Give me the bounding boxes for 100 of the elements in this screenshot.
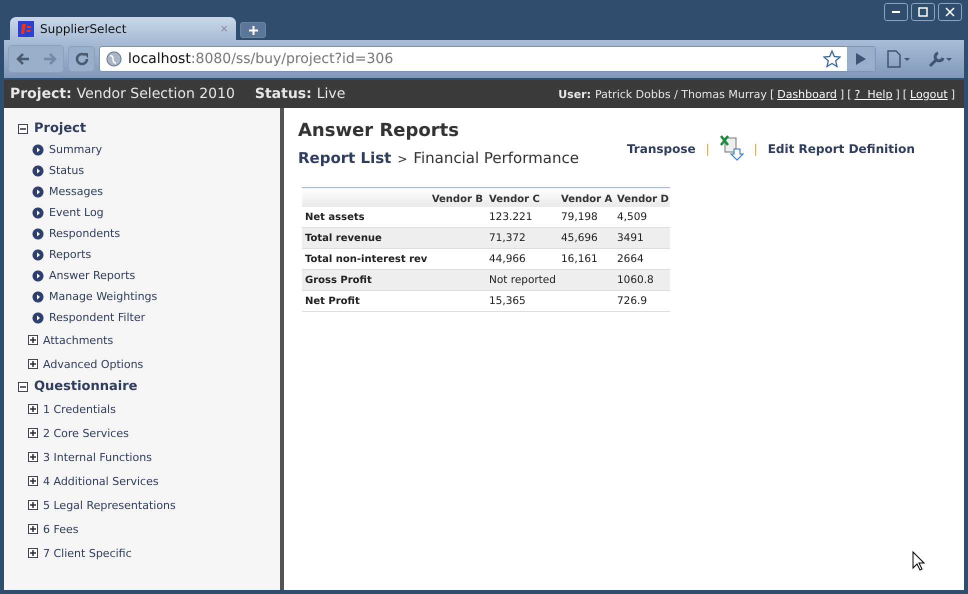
project-label: Project: <box>10 86 72 102</box>
bullet-icon <box>32 248 44 260</box>
sidebar-group[interactable]: 6 Fees <box>43 522 78 536</box>
table-cell: 4,509 <box>614 207 670 228</box>
reload-button[interactable] <box>68 46 95 72</box>
expand-icon[interactable] <box>28 452 38 462</box>
user-label: User: <box>558 88 591 100</box>
collapse-icon[interactable] <box>18 382 28 392</box>
status-value: Live <box>316 86 346 102</box>
expand-icon[interactable] <box>28 548 38 558</box>
star-icon <box>823 50 841 68</box>
address-bar[interactable]: localhost:8080/ss/buy/project?id=306 <box>99 46 876 72</box>
separator: | <box>754 142 758 156</box>
breadcrumb-separator: > <box>397 152 408 166</box>
sidebar-section[interactable]: Project <box>34 121 86 136</box>
bullet-icon <box>32 186 44 198</box>
bracket: [ <box>847 88 852 100</box>
sidebar-group[interactable]: 5 Legal Representations <box>43 498 176 512</box>
sidebar-group[interactable]: Advanced Options <box>43 358 144 370</box>
sidebar-group[interactable]: Attachments <box>43 334 114 346</box>
column-header: Vendor D <box>614 188 670 207</box>
url-text: localhost:8080/ss/buy/project?id=306 <box>128 51 394 67</box>
sidebar-link[interactable]: Summary <box>49 143 102 156</box>
header-link[interactable]: ? Help <box>854 88 892 100</box>
sidebar-link[interactable]: Messages <box>49 185 103 198</box>
plus-icon <box>248 26 258 34</box>
table-cell: 45,696 <box>558 228 614 248</box>
bullet-icon <box>32 228 44 240</box>
sidebar-group[interactable]: 1 Credentials <box>43 402 116 416</box>
minimize-button[interactable] <box>884 3 908 21</box>
header-link[interactable]: Dashboard <box>777 88 837 100</box>
sidebar-link[interactable]: Reports <box>49 248 92 261</box>
table-cell: 3491 <box>614 228 670 248</box>
close-button[interactable] <box>938 3 962 21</box>
bracket: ] <box>895 88 900 100</box>
table-cell: 79,198 <box>558 207 614 228</box>
bullet-icon <box>32 290 44 302</box>
forward-arrow-icon <box>42 52 56 66</box>
table-cell: 15,365 <box>486 290 558 312</box>
sidebar-group[interactable]: 4 Additional Services <box>43 474 159 488</box>
back-arrow-icon <box>16 52 30 66</box>
sidebar-section[interactable]: Questionnaire <box>34 379 138 394</box>
expand-icon[interactable] <box>28 335 38 345</box>
bracket: [ <box>902 88 908 100</box>
export-button[interactable] <box>720 135 744 163</box>
table-cell: 71,372 <box>486 228 558 248</box>
row-label: Gross Profit <box>302 270 428 290</box>
tab-title: SupplierSelect <box>40 22 128 36</box>
sidebar-link[interactable]: Status <box>49 164 84 177</box>
sidebar-link[interactable]: Answer Reports <box>49 269 136 282</box>
breadcrumb-current: Financial Performance <box>413 149 579 167</box>
column-header: Vendor C <box>486 188 558 207</box>
minimize-icon <box>892 11 900 13</box>
row-label: Total revenue <box>302 228 428 248</box>
expand-icon[interactable] <box>28 359 38 369</box>
table-cell: 1060.8 <box>614 270 670 290</box>
bracket: [ <box>770 88 774 100</box>
action-link[interactable]: Transpose <box>626 142 696 156</box>
expand-icon[interactable] <box>28 428 38 438</box>
sidebar-link[interactable]: Respondents <box>49 227 120 240</box>
go-button[interactable] <box>847 47 875 71</box>
browser-tab[interactable]: SupplierSelect × <box>10 17 236 40</box>
app-logo-icon <box>18 20 34 36</box>
column-header: Vendor B <box>428 188 486 207</box>
sidebar-link[interactable]: Respondent Filter <box>49 311 146 324</box>
bullet-icon <box>32 144 44 156</box>
sidebar-group[interactable]: 3 Internal Functions <box>43 450 152 464</box>
status-label: Status: <box>254 86 312 102</box>
close-icon <box>945 7 955 17</box>
maximize-button[interactable] <box>911 3 935 21</box>
reload-icon <box>74 52 88 66</box>
maximize-icon <box>918 7 928 17</box>
separator: | <box>706 142 710 156</box>
table-cell: 2664 <box>614 248 670 270</box>
expand-icon[interactable] <box>28 500 38 510</box>
sidebar-link[interactable]: Manage Weightings <box>49 290 158 303</box>
column-header: Vendor A <box>558 188 614 207</box>
action-link[interactable]: Edit Report Definition <box>768 142 915 156</box>
mouse-pointer-icon <box>912 551 925 571</box>
bracket: ] <box>950 88 955 100</box>
sidebar-group[interactable]: 7 Client Specific <box>43 546 132 560</box>
collapse-icon[interactable] <box>18 124 28 134</box>
page-icon <box>886 50 912 68</box>
globe-icon <box>106 51 122 67</box>
row-label: Total non-interest rev <box>302 248 428 270</box>
breadcrumb-link[interactable]: Report List <box>298 149 392 167</box>
table-cell: 44,966 <box>486 248 558 270</box>
expand-icon[interactable] <box>28 404 38 414</box>
sidebar-group[interactable]: 2 Core Services <box>43 426 129 440</box>
new-tab-button[interactable] <box>240 22 266 38</box>
bullet-icon <box>32 312 44 324</box>
table-cell: 726.9 <box>614 290 670 312</box>
table-cell: Not reported <box>486 270 558 290</box>
play-icon <box>856 53 866 65</box>
bullet-icon <box>32 164 44 176</box>
user-name: Patrick Dobbs / Thomas Murray <box>594 88 767 100</box>
expand-icon[interactable] <box>28 476 38 486</box>
expand-icon[interactable] <box>28 524 38 534</box>
sidebar-link[interactable]: Event Log <box>49 206 104 219</box>
header-link[interactable]: Logout <box>910 88 948 100</box>
